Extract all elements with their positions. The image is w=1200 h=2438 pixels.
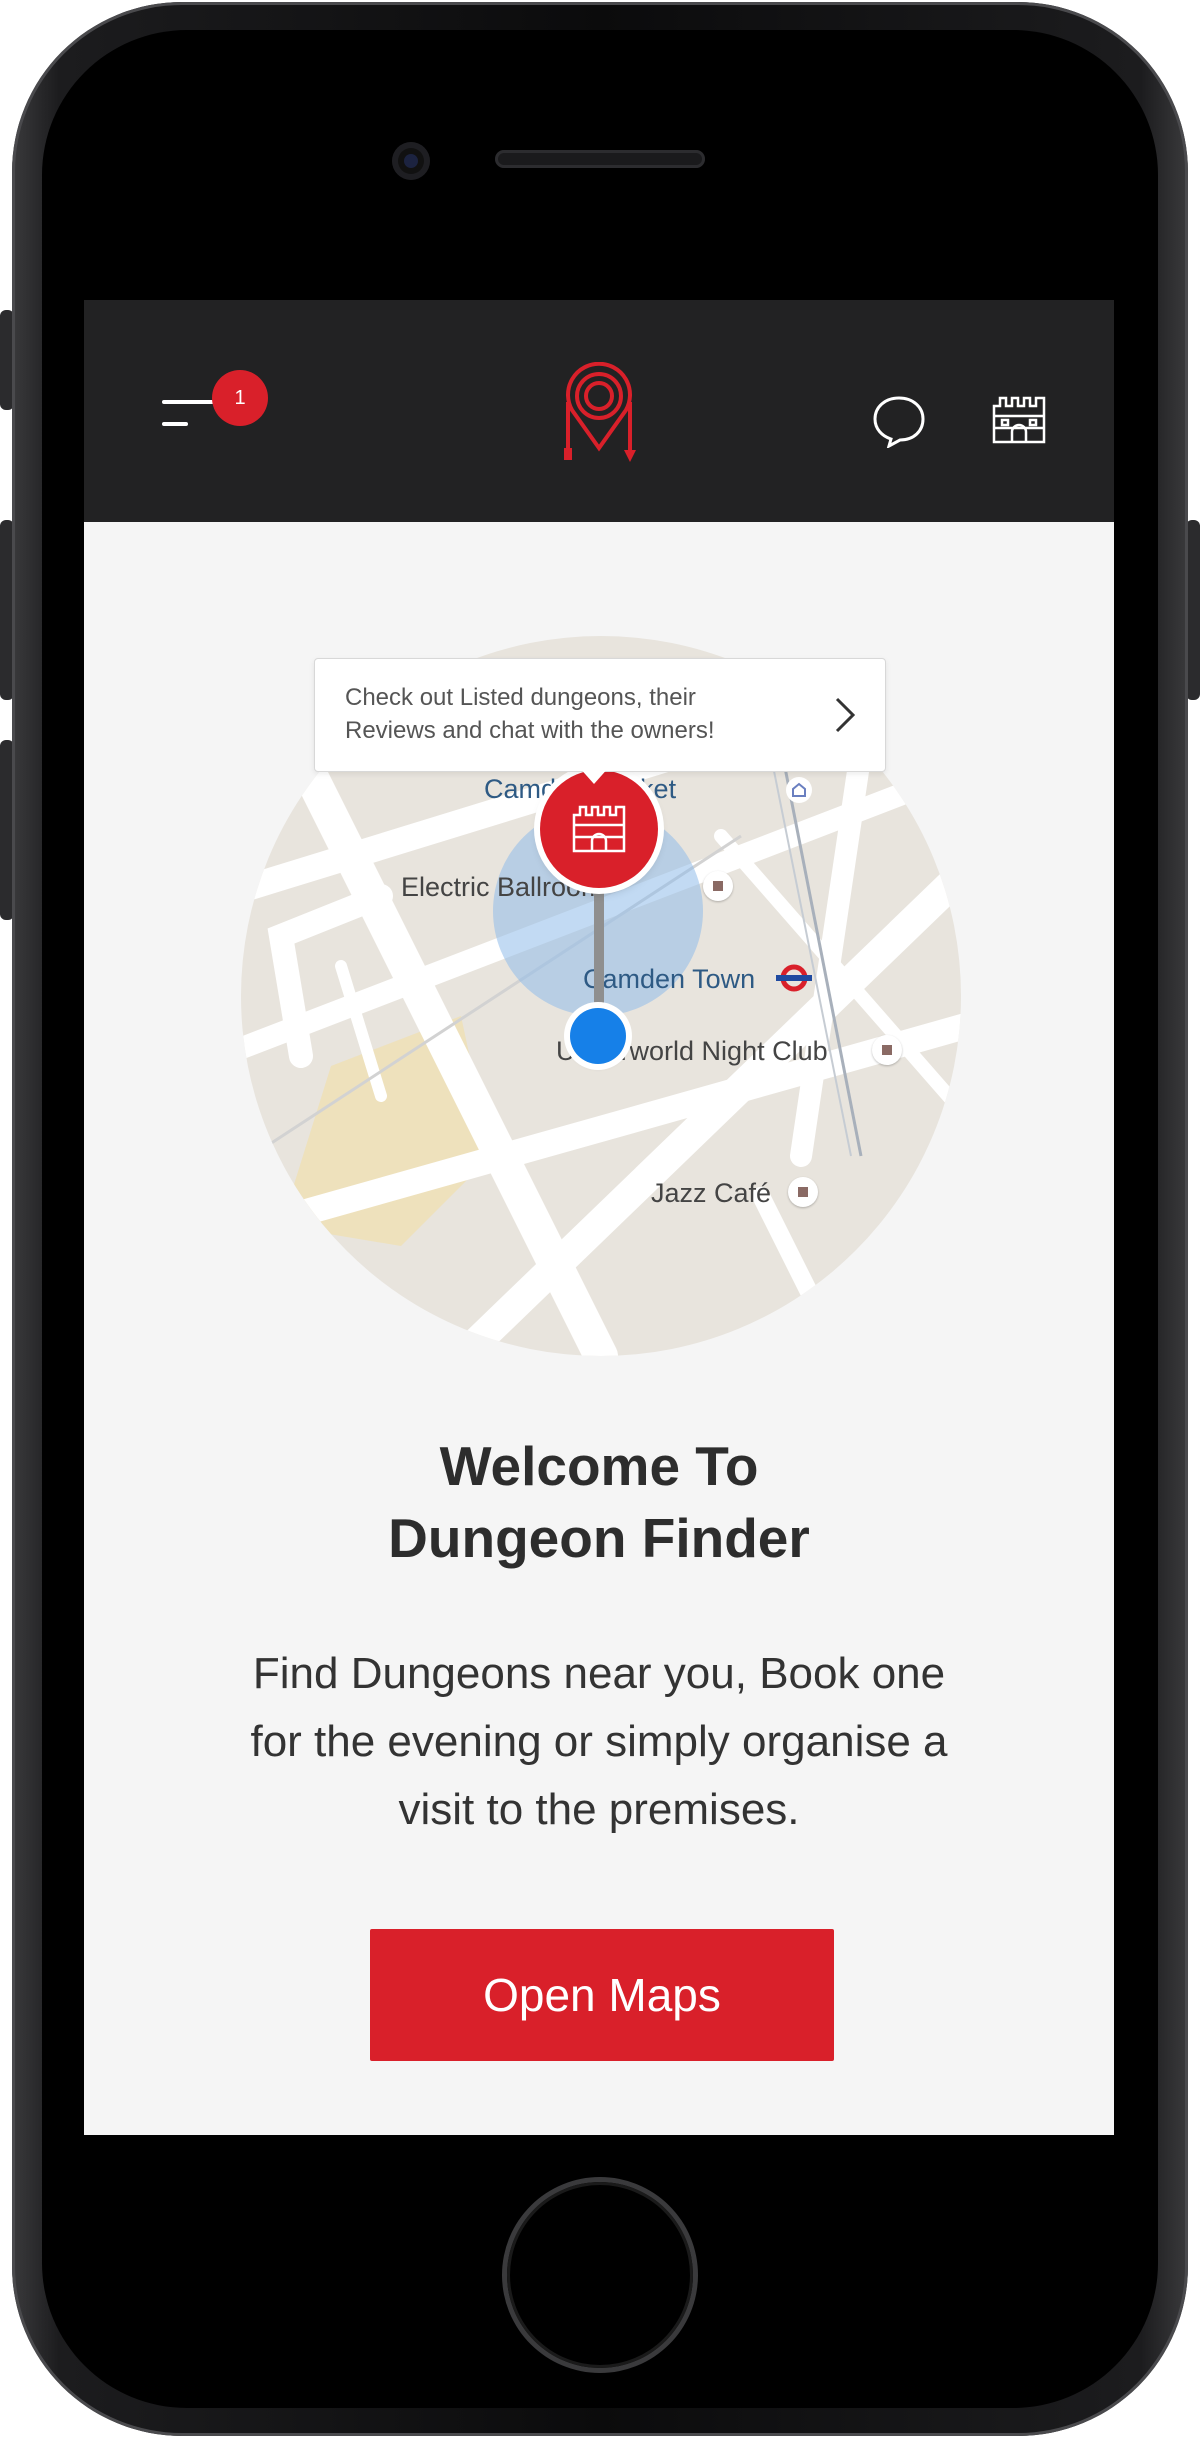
tooltip-text-line: Reviews and chat with the owners!: [345, 717, 715, 744]
front-camera: [392, 142, 430, 180]
description-line: for the evening or simply organise a: [250, 1717, 948, 1766]
castle-icon[interactable]: [990, 390, 1048, 446]
home-button[interactable]: [507, 2182, 693, 2368]
earpiece-speaker: [495, 150, 705, 168]
poi-marker: [703, 871, 733, 901]
tooltip-text: Check out Listed dungeons, their Reviews…: [345, 681, 805, 747]
welcome-title-line: Dungeon Finder: [388, 1507, 810, 1569]
top-navbar: 1: [84, 300, 1114, 522]
menu-icon-short-bar: [162, 422, 188, 426]
poi-marker: [788, 1177, 818, 1207]
welcome-title-line: Welcome To: [439, 1435, 759, 1497]
power-button: [1186, 520, 1200, 700]
chevron-right-icon: [835, 697, 856, 733]
poi-marker: [872, 1035, 902, 1065]
welcome-title: Welcome To Dungeon Finder: [84, 1430, 1114, 1574]
dungeon-finder-logo: [564, 362, 636, 462]
tooltip-tail: [578, 766, 610, 784]
market-icon: [786, 777, 812, 803]
castle-icon: [572, 805, 626, 853]
open-maps-button[interactable]: Open Maps: [370, 1929, 834, 2061]
user-location-dot: [570, 1008, 626, 1064]
notification-badge[interactable]: 1: [212, 370, 268, 426]
dungeon-location-pin[interactable]: [536, 770, 662, 1120]
welcome-description: Find Dungeons near you, Book one for the…: [199, 1640, 999, 1844]
description-line: visit to the premises.: [398, 1785, 800, 1834]
app-screen: 1 Electric Ballroom Camden Town Underwor…: [84, 300, 1114, 2135]
description-line: Find Dungeons near you, Book one: [252, 1649, 946, 1698]
tooltip-text-line: Check out Listed dungeons, their: [345, 684, 696, 711]
underground-station-icon: [776, 964, 812, 992]
listed-dungeons-tooltip[interactable]: Check out Listed dungeons, their Reviews…: [314, 658, 886, 772]
map-label-jazz-cafe: Jazz Café: [651, 1178, 772, 1208]
chat-bubble-icon[interactable]: [871, 392, 927, 448]
menu-icon: [162, 400, 214, 404]
pin-head: [540, 770, 658, 888]
